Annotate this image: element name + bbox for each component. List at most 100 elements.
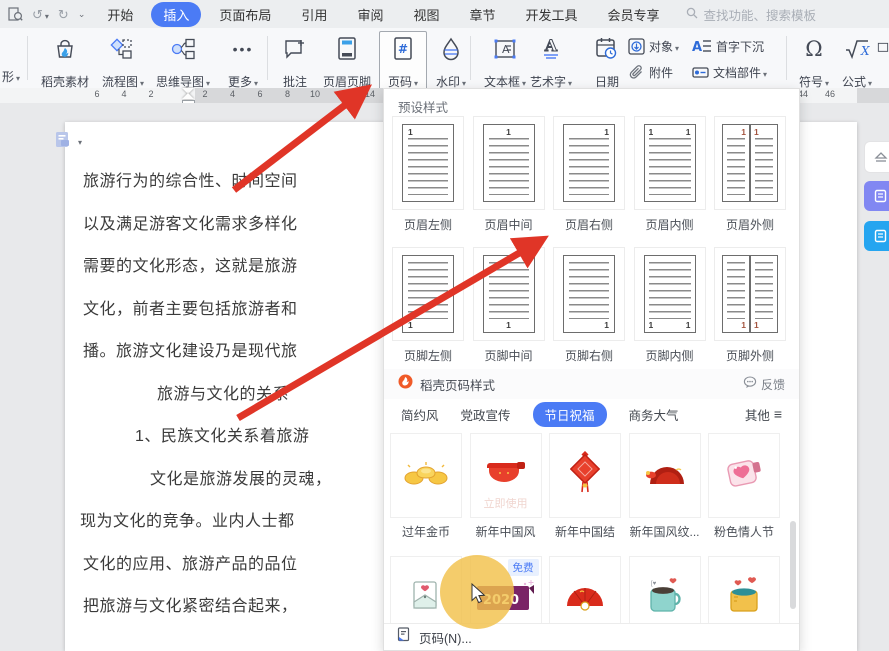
shapes-button-partial[interactable]: 形▾ [0,31,28,91]
ruler-number: 14 [365,89,375,99]
wordart-icon: A [539,36,563,62]
chevron-down-icon: ▾ [254,79,258,88]
wps-writer-window: { "menubar": { "tabs": [ {"label": "开始",… [0,0,889,651]
chevron-down-icon: ▾ [462,79,466,88]
thumbnail-lines [489,138,529,195]
thumbnail-column [670,256,691,332]
object-button[interactable]: 对象▾ [628,35,679,57]
search-box[interactable]: 查找功能、搜索模板 [686,5,817,24]
dropcap-label: 首字下沉 [716,38,764,55]
docer-style-card[interactable] [390,433,462,518]
textbox-icon: A [492,36,518,62]
thumbnail-lines [755,138,773,195]
redo-icon[interactable]: ↻ [58,8,69,21]
panel-scrollbar-thumb[interactable] [790,521,796,609]
undo-icon[interactable]: ↺▾ [32,8,49,21]
menu-tab-页面布局[interactable]: 页面布局 [207,2,283,27]
red-arc-icon [642,460,688,491]
preset-style-页脚外侧[interactable]: 11 [714,247,786,341]
thumbnail-page: 1 [483,124,535,202]
docer-style-label: 新年国风纹... [626,523,704,540]
thumbnail-page-number: 1 [754,128,759,137]
preset-style-页脚内侧[interactable]: 11 [634,247,706,341]
menu-tab-插入[interactable]: 插入 [151,2,201,27]
float-eject-button[interactable] [864,141,889,173]
float-blue-doc-button[interactable] [864,221,889,251]
formula-icon: X [843,36,871,62]
page-number-icon: # [392,36,414,62]
docer-tab-党政宣传[interactable]: 党政宣传 [461,405,511,424]
docer-style-card[interactable]: 立即使用 [470,433,542,518]
docer-tab-简约风[interactable]: 简约风 [401,405,439,424]
feedback-link[interactable]: 反馈 [743,376,785,393]
preset-style-页眉外侧[interactable]: 11 [714,116,786,210]
docer-style-card[interactable] [629,433,701,518]
banner-2020-icon: 2020 [475,576,537,621]
menu-tab-审阅[interactable]: 审阅 [345,2,395,27]
docer-style-card[interactable]: 2020免费 [470,556,542,623]
docer-logo-icon [398,374,413,394]
docer-style-card[interactable]: [♥ [629,556,701,623]
float-purple-doc-button[interactable] [864,181,889,211]
menu-tab-引用[interactable]: 引用 [289,2,339,27]
dropcap-button[interactable]: A 首字下沉 [692,35,764,57]
comment-plus-icon [283,36,307,62]
preset-style-label: 页脚中间 [473,347,545,364]
preset-style-页眉右侧[interactable]: 1 [553,116,625,210]
preset-style-label: 页眉外侧 [714,216,786,233]
preset-style-页眉内侧[interactable]: 11 [634,116,706,210]
thumbnail-lines [649,262,670,319]
thumbnail-lines [727,138,745,195]
docer-style-card[interactable] [708,556,780,623]
chevron-down-icon: ▾ [868,79,872,88]
preset-style-页脚中间[interactable]: 1 [473,247,545,341]
docer-style-card[interactable] [390,556,462,623]
menu-tab-会员专享[interactable]: 会员专享 [596,2,672,27]
menu-tab-开发工具[interactable]: 开发工具 [513,2,589,27]
preset-styles-title: 预设样式 [398,97,448,116]
svg-text:A: A [544,36,558,55]
menu-tab-视图[interactable]: 视图 [401,2,451,27]
menu-tab-章节[interactable]: 章节 [457,2,507,27]
panel-scroll-area[interactable]: 预设样式 1页眉左侧1页眉中间1页眉右侧11页眉内侧11页眉外侧1页脚左侧1页脚… [384,89,799,623]
menubar: ↺▾ ↻ ⌄ 开始插入页面布局引用审阅视图章节开发工具会员专享 查找功能、搜索模… [0,0,889,29]
doc-parts-button[interactable]: 文档部件▾ [692,61,767,83]
docer-tab-more[interactable]: 其他≡ [745,405,782,424]
chevron-down-icon: ▾ [763,70,767,79]
more-dots-icon: ••• [233,36,254,62]
preset-style-label: 页脚外侧 [714,347,786,364]
docer-style-card[interactable] [549,433,621,518]
attachment-button[interactable]: 附件 [628,61,673,83]
chinese-knot-icon [570,451,600,500]
docer-style-label: 新年中国风 [467,523,545,540]
docer-tab-节日祝福[interactable]: 节日祝福 [533,402,607,427]
search-icon [686,7,698,22]
thumbnail-page: 1 [483,255,535,333]
preset-style-label: 页眉中间 [473,216,545,233]
menu-tab-开始[interactable]: 开始 [95,2,145,27]
page-settings-widget[interactable]: ▾ [55,131,82,154]
preset-style-label: 页眉右侧 [553,216,625,233]
preset-style-页眉中间[interactable]: 1 [473,116,545,210]
customize-toolbar-icon[interactable]: ⌄ [78,10,86,19]
page-number-dialog-item[interactable]: 页码(N)... [419,628,472,647]
hover-hint-text: 立即使用 [471,495,541,511]
preset-style-页眉左侧[interactable]: 1 [392,116,464,210]
page-settings-icon [55,131,71,154]
docer-styles-header: 稻壳页码样式 反馈 [384,369,799,399]
docer-style-card[interactable] [549,556,621,623]
preset-style-页脚右侧[interactable]: 1 [553,247,625,341]
preset-style-页脚左侧[interactable]: 1 [392,247,464,341]
red-fan-icon [562,580,608,617]
ruler-number: 12 [337,89,347,99]
zoom-tool-icon[interactable] [8,7,23,22]
ruler-number: 10 [310,89,320,99]
preset-style-label: 页脚右侧 [553,347,625,364]
preset-style-label: 页眉左侧 [392,216,464,233]
thumbnail-column [649,256,670,332]
svg-text:A: A [692,40,702,54]
docer-style-card[interactable] [708,433,780,518]
attachment-icon [628,63,645,81]
chevron-down-icon: ▾ [140,79,144,88]
docer-tab-商务大气[interactable]: 商务大气 [629,405,679,424]
